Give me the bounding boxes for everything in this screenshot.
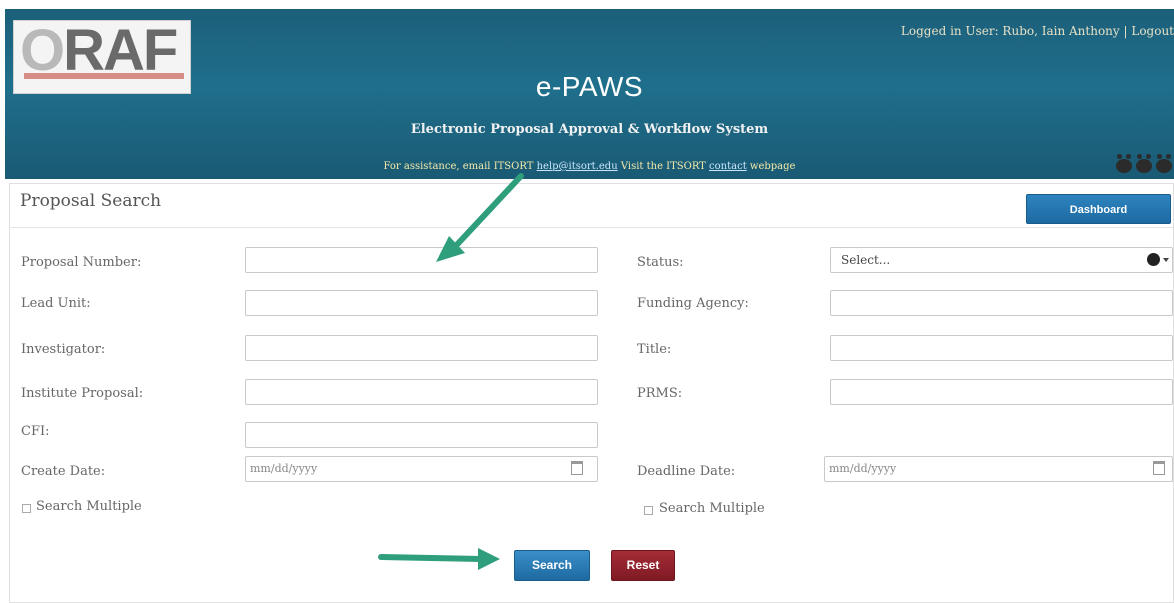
arrow-to-search-button [378,548,500,570]
page: ORAF Logged in User: Rubo, Iain Anthony … [0,0,1174,603]
arrow-to-proposal-number [436,173,524,262]
annotation-arrows [378,173,524,570]
